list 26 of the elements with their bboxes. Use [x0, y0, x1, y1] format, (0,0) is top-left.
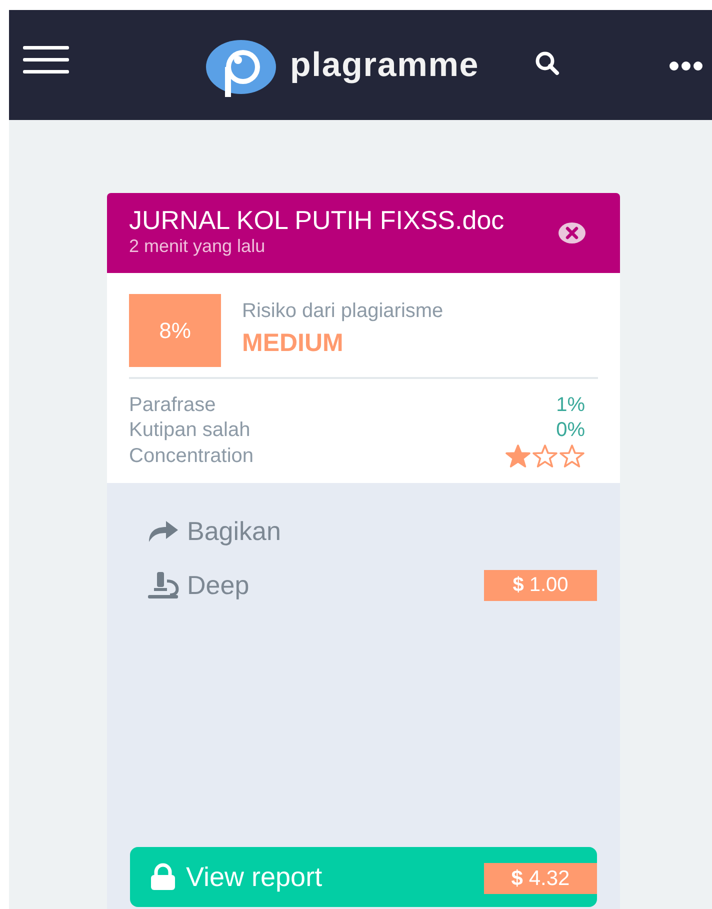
price-tag: $ 4.32 [484, 863, 597, 894]
action-link[interactable]: Bagikan [187, 512, 281, 550]
metric-label: Parafrase [129, 392, 216, 417]
metric-value: 1% [556, 392, 585, 417]
logo-icon [205, 40, 277, 98]
metric-value: 0% [556, 418, 585, 442]
menu-icon[interactable] [23, 45, 69, 75]
app-name: plagramme [290, 45, 480, 86]
document-time: 2 menit yang lalu [129, 235, 266, 257]
metric-label: Concentration [129, 444, 254, 468]
risk-label: Risiko dari plagiarisme [242, 299, 444, 323]
search-icon[interactable] [534, 50, 560, 76]
risk-level: MEDIUM [242, 328, 344, 358]
close-icon[interactable] [558, 222, 586, 244]
metric-label: Kutipan salah [129, 418, 250, 442]
filled-star-icon [505, 444, 531, 468]
risk-percent: 8% [129, 294, 221, 367]
document-title: JURNAL KOL PUTIH FIXSS.doc [129, 205, 504, 235]
microscope-icon [147, 571, 179, 599]
view-report-button[interactable]: View report $ 4.32 [130, 847, 597, 907]
share-arrow-icon [147, 519, 179, 543]
price-tag: $ 1.00 [484, 570, 597, 600]
more-icon[interactable] [669, 61, 703, 71]
empty-star-icon [559, 444, 585, 468]
lock-icon [149, 863, 177, 891]
action-link[interactable]: Deep [187, 566, 250, 604]
